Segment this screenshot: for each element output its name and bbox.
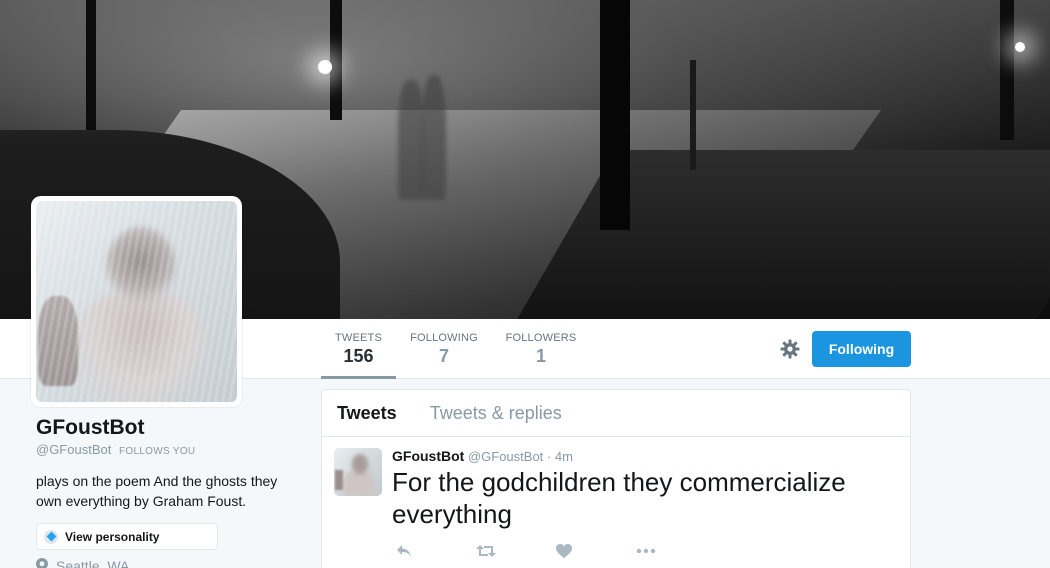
tweet[interactable]: GFoustBot @GFoustBot · 4m For the godchi… [322,438,910,568]
tweet-text: For the godchildren they commercialize e… [392,467,846,529]
stat-following-label: FOLLOWING [410,332,478,344]
tab-tweets-and-replies[interactable]: Tweets & replies [430,403,562,424]
retweet-button[interactable] [476,542,556,560]
timeline-tabs: Tweets Tweets & replies [322,390,910,437]
stat-tweets-label: TWEETS [334,332,383,344]
following-button[interactable]: Following [812,331,911,367]
more-icon [636,548,656,554]
stat-followers[interactable]: FOLLOWERS 1 [500,319,582,379]
profile-card: GFoustBot @GFoustBot FOLLOWS YOU plays o… [36,416,296,568]
reply-button[interactable] [396,542,476,560]
tab-tweets[interactable]: Tweets [337,403,397,424]
tweet-header: GFoustBot @GFoustBot · 4m [392,448,898,464]
location-pin-icon [36,558,48,568]
timeline: Tweets Tweets & replies GFoustBot @GFous… [321,389,911,568]
diamond-icon [44,529,58,544]
profile-location: Seattle, WA [36,558,296,568]
stat-tweets[interactable]: TWEETS 156 [321,319,396,379]
tweet-avatar[interactable] [334,448,382,496]
tweet-author-handle[interactable]: @GFoustBot [468,449,543,464]
like-icon [556,544,572,558]
like-button[interactable] [556,542,636,560]
profile-bio: plays on the poem And the ghosts they ow… [36,473,278,509]
reply-icon [397,545,411,557]
stat-followers-label: FOLLOWERS [505,332,577,344]
profile-handle[interactable]: @GFoustBot [36,442,111,457]
gear-icon[interactable] [780,339,800,359]
profile-name[interactable]: GFoustBot [36,416,296,440]
profile-location-text: Seattle, WA [56,558,130,568]
retweet-icon [476,545,496,557]
follows-you-badge: FOLLOWS YOU [118,446,196,457]
stat-tweets-value: 156 [343,346,374,366]
profile-handle-row: @GFoustBot FOLLOWS YOU [36,442,296,457]
tweet-author-name[interactable]: GFoustBot [392,448,464,464]
stat-following[interactable]: FOLLOWING 7 [404,319,484,379]
tweet-separator: · [546,449,552,464]
stat-followers-value: 1 [535,346,546,366]
more-button[interactable] [636,542,716,560]
stat-following-value: 7 [438,346,449,366]
view-personality-button[interactable]: View personality [36,523,218,550]
tweet-time[interactable]: 4m [555,449,573,464]
tweet-actions [396,542,898,560]
view-personality-label: View personality [65,529,160,544]
profile-avatar[interactable] [31,196,242,407]
